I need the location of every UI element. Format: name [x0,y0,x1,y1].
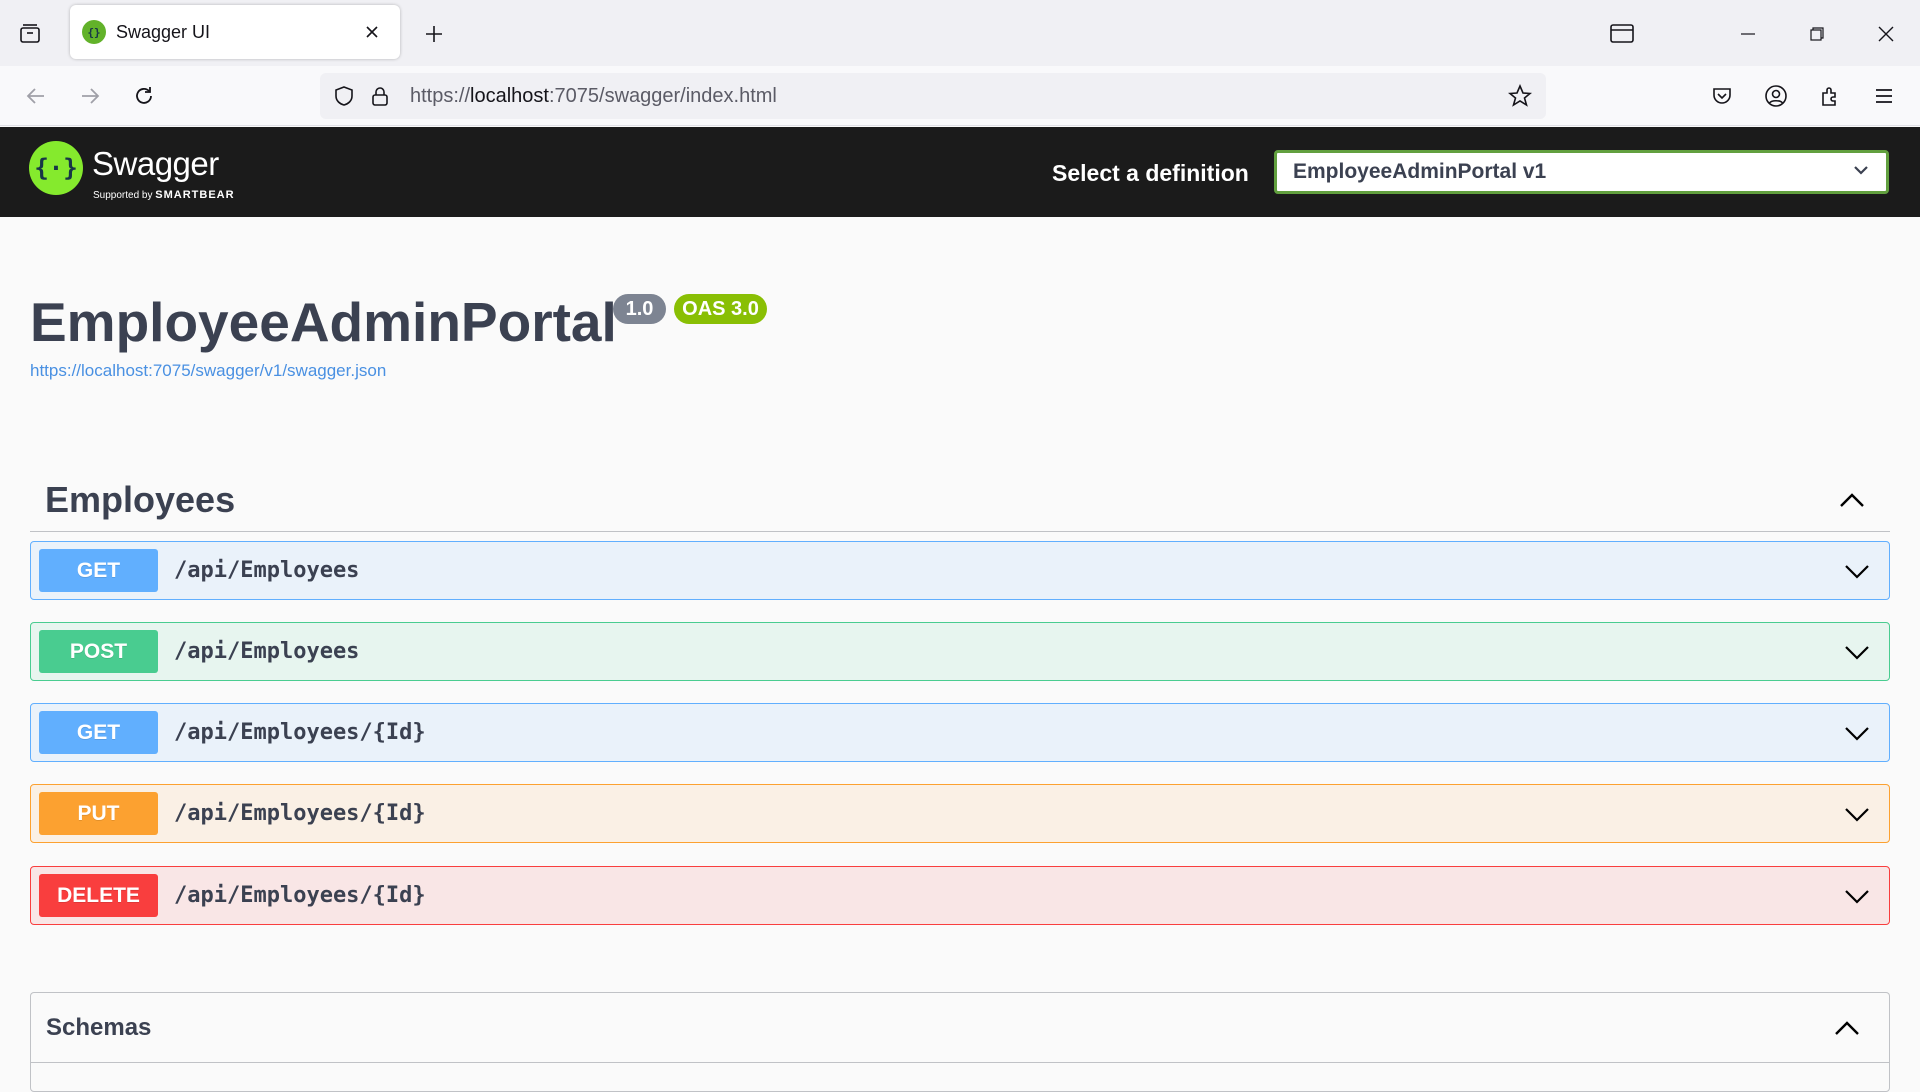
minimize-icon[interactable] [1730,16,1766,52]
svg-text:{·}: {·} [36,154,76,182]
swagger-logo-text: Swagger [92,145,219,182]
method-badge: POST [39,630,158,673]
reader-view-icon[interactable] [1604,16,1640,52]
close-window-icon[interactable] [1868,16,1904,52]
pocket-icon[interactable] [1704,78,1740,114]
tag-name: Employees [45,478,236,520]
method-badge: PUT [39,792,158,835]
browser-tab[interactable]: {} Swagger UI [70,5,400,59]
operation-row[interactable]: GET /api/Employees [30,541,1890,600]
bookmark-star-icon[interactable] [1502,78,1538,114]
browser-nav-bar: https://localhost:7075/swagger/index.htm… [0,66,1920,126]
url-bar[interactable]: https://localhost:7075/swagger/index.htm… [320,73,1546,119]
operation-row[interactable]: DELETE /api/Employees/{Id} [30,866,1890,925]
method-badge: GET [39,711,158,754]
back-icon[interactable] [18,78,54,114]
chevron-down-icon[interactable] [1837,794,1877,834]
forward-icon[interactable] [72,78,108,114]
oas-badge: OAS 3.0 [674,294,767,324]
url-text[interactable]: https://localhost:7075/swagger/index.htm… [410,85,1502,108]
spec-json-link[interactable]: https://localhost:7075/swagger/v1/swagge… [30,361,386,381]
method-badge: DELETE [39,874,158,917]
extensions-icon[interactable] [1812,78,1848,114]
swagger-logo-icon[interactable]: {·} [29,141,83,195]
chevron-up-icon[interactable] [1832,480,1872,520]
chevron-down-icon[interactable] [1837,876,1877,916]
close-tab-icon[interactable] [358,18,386,46]
new-tab-icon[interactable] [418,18,450,50]
operation-path: /api/Employees [174,639,360,664]
operation-row[interactable]: PUT /api/Employees/{Id} [30,784,1890,843]
tracking-shield-icon[interactable] [326,78,362,114]
api-title: EmployeeAdminPortal [30,291,617,353]
lock-icon[interactable] [362,78,398,114]
version-badge: 1.0 [613,294,666,324]
chevron-down-icon[interactable] [1837,713,1877,753]
menu-icon[interactable] [1866,78,1902,114]
operation-row[interactable]: POST /api/Employees [30,622,1890,681]
swagger-topbar: {·} Swagger Supported by SMARTBEAR Selec… [0,127,1920,217]
operation-path: /api/Employees [174,558,360,583]
reload-icon[interactable] [126,78,162,114]
operation-path: /api/Employees/{Id} [174,801,426,826]
chevron-down-icon[interactable] [1837,551,1877,591]
svg-text:{}: {} [87,26,100,39]
definition-select[interactable]: EmployeeAdminPortal v1 [1274,150,1889,194]
schemas-section: Schemas [30,992,1890,1092]
swagger-favicon-icon: {} [82,20,106,44]
chevron-down-icon[interactable] [1837,632,1877,672]
swagger-logo-subtitle: Supported by SMARTBEAR [93,189,235,201]
tab-list-icon[interactable] [14,18,46,50]
account-icon[interactable] [1758,78,1794,114]
tag-section-header[interactable]: Employees [30,468,1890,532]
operation-row[interactable]: GET /api/Employees/{Id} [30,703,1890,762]
schemas-header[interactable]: Schemas [31,993,1889,1063]
definition-select-value: EmployeeAdminPortal v1 [1293,160,1547,183]
definition-label: Select a definition [1052,160,1249,186]
operation-path: /api/Employees/{Id} [174,883,426,908]
browser-tab-bar: {} Swagger UI [0,0,1920,66]
chevron-up-icon[interactable] [1827,1008,1867,1048]
method-badge: GET [39,549,158,592]
restore-icon[interactable] [1799,16,1835,52]
chevron-down-icon [1852,163,1870,181]
operation-path: /api/Employees/{Id} [174,720,426,745]
schemas-title: Schemas [46,1013,152,1041]
tab-title: Swagger UI [116,21,211,42]
